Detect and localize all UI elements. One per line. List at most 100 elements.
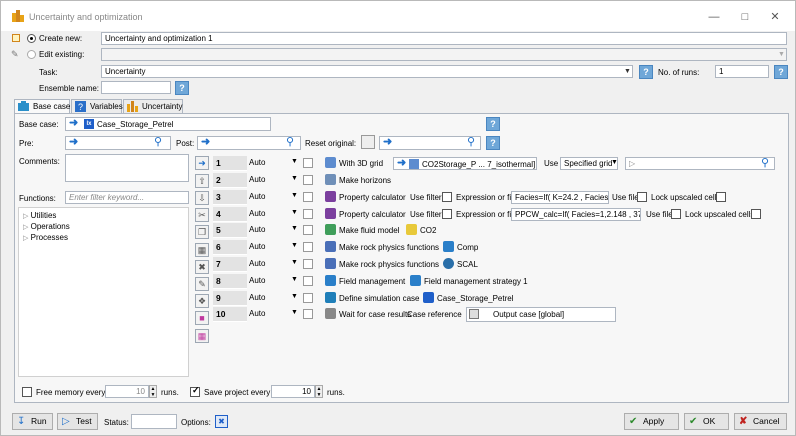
lock-checkbox[interactable] bbox=[751, 209, 761, 219]
edit-existing-radio[interactable] bbox=[27, 50, 36, 59]
task-label: Task: bbox=[39, 68, 58, 77]
use-filter-checkbox[interactable] bbox=[442, 209, 452, 219]
ok-button[interactable]: ✔ OK bbox=[684, 413, 729, 430]
tools-button[interactable]: ▦ bbox=[195, 329, 209, 343]
base-case-label: Base case: bbox=[19, 120, 59, 129]
use-select[interactable]: Specified grid bbox=[560, 157, 618, 170]
expression-input[interactable]: Facies=If( K=24.2 , Facies) bbox=[511, 191, 609, 204]
cut-button[interactable]: ✂ bbox=[195, 208, 209, 222]
move-up-button[interactable]: ⇧ bbox=[195, 174, 209, 188]
reset-original-input[interactable]: ➜ bbox=[379, 136, 481, 150]
comments-input[interactable] bbox=[65, 154, 189, 182]
row-checkbox[interactable] bbox=[303, 192, 313, 202]
row-checkbox[interactable] bbox=[303, 225, 313, 235]
free-memory-spinner[interactable]: ▲ ▼ bbox=[149, 385, 157, 398]
create-new-radio[interactable] bbox=[27, 34, 36, 43]
move-down-button[interactable]: ⇩ bbox=[195, 191, 209, 205]
workflow-row-3[interactable]: 3 Auto ▼ Property calculator Use filter E… bbox=[213, 190, 783, 205]
base-case-icon bbox=[18, 101, 29, 111]
mode-select[interactable]: Auto bbox=[249, 192, 265, 201]
row-checkbox[interactable] bbox=[303, 276, 313, 286]
row-checkbox[interactable] bbox=[303, 309, 313, 319]
task-select[interactable]: Uncertainty bbox=[101, 65, 633, 78]
mode-select[interactable]: Auto bbox=[249, 293, 265, 302]
row-checkbox[interactable] bbox=[303, 242, 313, 252]
workflow-row-6[interactable]: 6 Auto ▼ Make rock physics functions Comp bbox=[213, 240, 783, 255]
workflow-row-5[interactable]: 5 Auto ▼ Make fluid model CO2 bbox=[213, 223, 783, 238]
copy-button[interactable]: ❐ bbox=[195, 225, 209, 239]
workflow-row-8[interactable]: 8 Auto ▼ Field management Field managemen… bbox=[213, 274, 783, 289]
create-new-input[interactable]: Uncertainty and optimization 1 bbox=[101, 32, 787, 45]
apply-button[interactable]: ✔ Apply bbox=[624, 413, 679, 430]
search-icon[interactable]: ⚲ bbox=[761, 156, 769, 169]
lock-label: Lock upscaled cells bbox=[651, 193, 721, 202]
test-button[interactable]: ▷ Test bbox=[57, 413, 98, 430]
workflow-row-7[interactable]: 7 Auto ▼ Make rock physics functions SCAL bbox=[213, 257, 783, 272]
use-file-checkbox[interactable] bbox=[671, 209, 681, 219]
free-memory-input[interactable]: 10 bbox=[105, 385, 149, 398]
no-of-runs-input[interactable]: 1 bbox=[715, 65, 769, 78]
edit-row-button[interactable]: ✎ bbox=[195, 277, 209, 291]
mode-select[interactable]: Auto bbox=[249, 259, 265, 268]
save-project-spinner[interactable]: ▲ ▼ bbox=[315, 385, 323, 398]
case-reference-value: Output case [global] bbox=[493, 310, 565, 319]
workflow-row-2[interactable]: 2 Auto ▼ Make horizons bbox=[213, 173, 783, 188]
workflow-row-10[interactable]: 10 Auto ▼ Wait for case results Case refe… bbox=[213, 307, 783, 322]
mode-select[interactable]: Auto bbox=[249, 225, 265, 234]
reset-original-icon[interactable] bbox=[361, 135, 375, 149]
row-checkbox[interactable] bbox=[303, 175, 313, 185]
mode-select[interactable]: Auto bbox=[249, 158, 265, 167]
use-filter-checkbox[interactable] bbox=[442, 192, 452, 202]
grid-path-input[interactable]: ▷ bbox=[625, 157, 775, 170]
ensemble-help-icon[interactable]: ? bbox=[175, 81, 189, 95]
search-icon[interactable]: ⚲ bbox=[467, 135, 475, 148]
color-button[interactable]: ■ bbox=[195, 311, 209, 325]
workflow-row-1[interactable]: 1 Auto ▼ With 3D grid ➜ CO2Storage_P ... 7… bbox=[213, 156, 783, 171]
grid-input[interactable]: ➜ CO2Storage_P ... 7_isothermal] bbox=[393, 157, 537, 170]
ensemble-name-input[interactable] bbox=[101, 81, 171, 94]
workflow-row-4[interactable]: 4 Auto ▼ Property calculator Use filter E… bbox=[213, 207, 783, 222]
free-memory-checkbox[interactable] bbox=[22, 387, 32, 397]
reset-help-icon[interactable]: ? bbox=[486, 136, 500, 150]
tab-variables[interactable]: ? Variables bbox=[71, 99, 123, 113]
mode-select[interactable]: Auto bbox=[249, 209, 265, 218]
functions-filter-input[interactable]: Enter filter keyword... bbox=[65, 191, 189, 204]
minimize-button[interactable]: — bbox=[707, 10, 721, 24]
row-checkbox[interactable] bbox=[303, 158, 313, 168]
lock-checkbox[interactable] bbox=[716, 192, 726, 202]
co2-icon bbox=[406, 224, 417, 235]
cancel-button[interactable]: ✘ Cancel bbox=[734, 413, 787, 430]
options-icon[interactable]: ✖ bbox=[215, 415, 228, 428]
settings-button[interactable]: ❖ bbox=[195, 294, 209, 308]
row-checkbox[interactable] bbox=[303, 259, 313, 269]
workflow-row-9[interactable]: 9 Auto ▼ Define simulation case Case_Stor… bbox=[213, 291, 783, 306]
close-button[interactable]: ✕ bbox=[768, 10, 782, 24]
mode-select[interactable]: Auto bbox=[249, 309, 265, 318]
save-project-input[interactable]: 10 bbox=[271, 385, 315, 398]
run-button[interactable]: ↧ Run bbox=[12, 413, 53, 430]
maximize-button[interactable]: □ bbox=[738, 10, 752, 24]
runs-help-icon[interactable]: ? bbox=[774, 65, 788, 79]
base-case-input[interactable]: ➜ lx Case_Storage_Petrel bbox=[65, 117, 271, 131]
mode-select[interactable]: Auto bbox=[249, 175, 265, 184]
tab-uncertainty[interactable]: Uncertainty bbox=[123, 99, 183, 113]
task-help-icon[interactable]: ? bbox=[639, 65, 653, 79]
base-case-help-icon[interactable]: ? bbox=[486, 117, 500, 131]
row-checkbox[interactable] bbox=[303, 209, 313, 219]
delete-button[interactable]: ✖ bbox=[195, 260, 209, 274]
mode-select[interactable]: Auto bbox=[249, 276, 265, 285]
use-file-checkbox[interactable] bbox=[637, 192, 647, 202]
ensemble-name-label: Ensemble name: bbox=[39, 84, 100, 93]
tab-base-case[interactable]: Base case bbox=[14, 99, 70, 114]
row-checkbox[interactable] bbox=[303, 293, 313, 303]
search-icon[interactable]: ⚲ bbox=[154, 135, 162, 148]
edit-existing-select[interactable] bbox=[101, 48, 787, 61]
insert-arrow-button[interactable]: ➜ bbox=[195, 156, 209, 170]
expression-input[interactable]: PPCW_calc=If( Facies=1,2.148 , 37.2) bbox=[511, 208, 641, 221]
paste-button[interactable]: ▦ bbox=[195, 243, 209, 257]
search-icon[interactable]: ⚲ bbox=[286, 135, 294, 148]
tree-item-processes[interactable]: ▷ Processes bbox=[23, 232, 68, 244]
mode-select[interactable]: Auto bbox=[249, 242, 265, 251]
case-reference-input[interactable]: Output case [global] bbox=[466, 307, 616, 322]
save-project-checkbox[interactable]: ✓ bbox=[190, 385, 200, 397]
